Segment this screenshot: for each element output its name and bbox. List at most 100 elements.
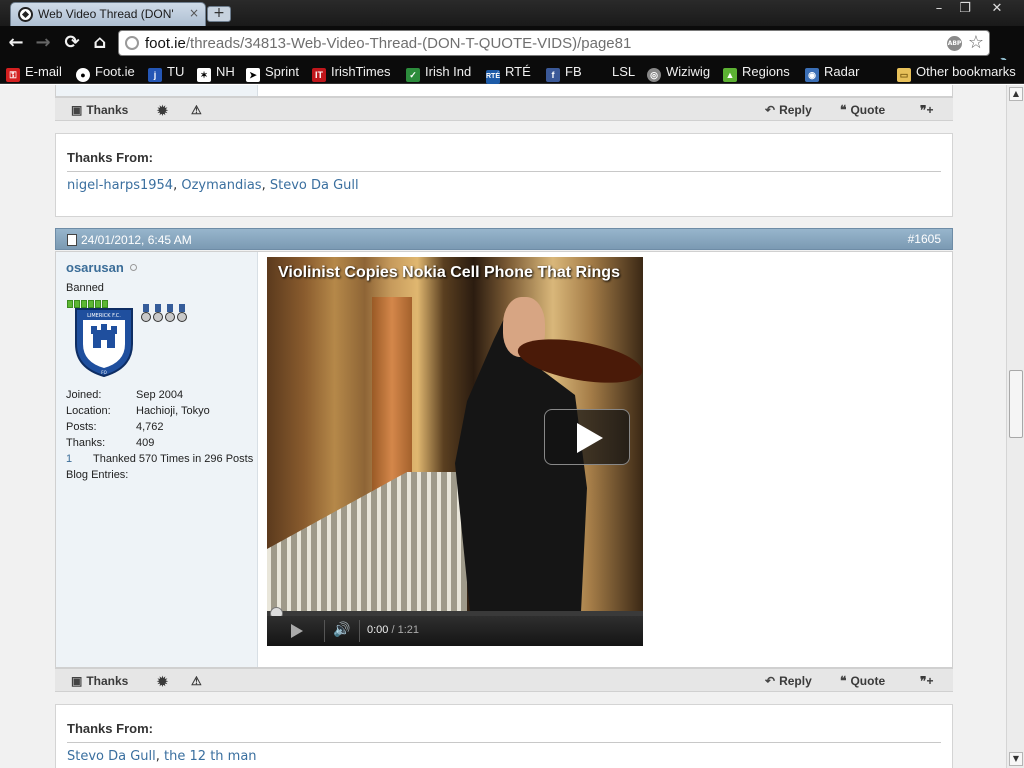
quote-button[interactable]: ❝ Quote — [840, 674, 885, 688]
quote-icon: ❝ — [840, 674, 847, 688]
thanks-from-box-bottom: Thanks From: Stevo Da Gull, the 12 th ma… — [55, 704, 953, 768]
bookmark-tu[interactable]: j TU — [148, 63, 185, 82]
bookmarks-bar: ⚿ E-mail ● Foot.ie j TU ✶ NH ➤ Sprint IT Irish… — [0, 60, 1024, 84]
tu-icon: j — [148, 68, 162, 82]
quote-label: Quote — [850, 674, 886, 688]
star-icon[interactable]: ✹ — [157, 674, 168, 690]
username-link[interactable]: osarusan — [66, 260, 124, 275]
close-window-button[interactable]: ✕ — [984, 1, 1010, 18]
folder-icon: ▭ — [897, 68, 911, 82]
warning-icon[interactable]: ⚠ — [191, 674, 202, 688]
irishtimes-icon: IT — [312, 68, 326, 82]
bookmark-label: Radar — [824, 64, 860, 79]
post-header: 24/01/2012, 6:45 AM #1605 — [55, 228, 953, 250]
reply-label: Reply — [779, 674, 812, 688]
url-domain: foot.ie — [145, 35, 186, 52]
post-body: osarusan Banned LIMERICK F.C. FO Joined:… — [55, 251, 953, 668]
bookmark-radar[interactable]: ◉ Radar — [805, 63, 860, 82]
bookmark-label: NH — [216, 64, 235, 79]
reload-button[interactable]: ⟳ — [62, 33, 82, 53]
volume-icon[interactable]: 🔊 — [333, 622, 350, 638]
bookmark-regions[interactable]: ▲ Regions — [723, 63, 790, 82]
bookmark-lsl[interactable]: LSL — [612, 63, 635, 81]
medal-icon — [153, 304, 163, 322]
user-title: Banned — [66, 282, 104, 294]
sprint-icon: ➤ — [246, 68, 260, 82]
other-bookmarks[interactable]: ▭ Other bookmarks — [897, 63, 1016, 82]
play-button-icon[interactable] — [291, 624, 303, 638]
facebook-icon: f — [546, 68, 560, 82]
multi-quote-icon[interactable]: ❞+ — [920, 674, 933, 688]
bookmark-label: TU — [167, 64, 185, 79]
stat-joined: Joined: Sep 2004 — [66, 389, 184, 401]
irishind-icon: ✓ — [406, 68, 420, 82]
minimize-button[interactable]: – — [926, 1, 952, 18]
video-title[interactable]: Violinist Copies Nokia Cell Phone That R… — [278, 264, 620, 282]
adblock-icon[interactable]: ABP — [947, 36, 962, 51]
scroll-thumb[interactable] — [1009, 370, 1023, 438]
bookmark-irishind[interactable]: ✓ Irish Ind — [406, 63, 472, 82]
browser-tab[interactable]: Web Video Thread (DON' × — [10, 2, 206, 26]
bookmark-label: Irish Ind — [425, 64, 472, 79]
bookmark-label: Sprint — [265, 64, 299, 79]
crest-text: FO — [101, 370, 106, 375]
reply-button[interactable]: ↶ Reply — [765, 674, 812, 688]
new-tab-button[interactable]: + — [207, 6, 231, 22]
thanks-names: Stevo Da Gull, the 12 th man — [67, 749, 257, 764]
scroll-up-button[interactable]: ▲ — [1009, 87, 1023, 101]
nh-icon: ✶ — [197, 68, 211, 82]
bookmark-label: Regions — [742, 64, 790, 79]
vertical-scrollbar[interactable]: ▲ ▼ — [1006, 85, 1024, 768]
offline-status-icon — [130, 264, 137, 271]
tab-title: Web Video Thread (DON' — [38, 7, 174, 21]
restore-button[interactable]: ❐ — [952, 1, 978, 18]
thumbs-up-icon: ▣ — [71, 674, 83, 688]
tab-strip: Web Video Thread (DON' × + – ❐ ✕ — [0, 0, 1024, 26]
video-player[interactable]: Violinist Copies Nokia Cell Phone That R… — [267, 257, 643, 646]
tab-close-button[interactable]: × — [189, 6, 199, 20]
back-button[interactable]: ← — [6, 33, 26, 53]
thanked-count-link[interactable]: 1 — [66, 453, 72, 465]
reply-arrow-icon: ↶ — [765, 674, 776, 688]
bookmark-irishtimes[interactable]: IT IrishTimes — [312, 63, 390, 82]
post-date: 24/01/2012, 6:45 AM — [81, 233, 192, 247]
bookmark-star-icon[interactable]: ☆ — [968, 32, 984, 53]
bookmark-label: Foot.ie — [95, 64, 135, 79]
football-icon — [18, 7, 33, 22]
avatar[interactable]: LIMERICK F.C. FO — [73, 306, 135, 378]
bookmark-label: E-mail — [25, 64, 62, 79]
scroll-down-button[interactable]: ▼ — [1009, 752, 1023, 766]
bookmark-nh[interactable]: ✶ NH — [197, 63, 235, 82]
bookmark-fb[interactable]: f FB — [546, 63, 582, 82]
bookmark-sprint[interactable]: ➤ Sprint — [246, 63, 299, 82]
football-icon: ● — [76, 68, 90, 82]
thanks-user-link[interactable]: Stevo Da Gull — [67, 749, 156, 764]
award-medals — [141, 304, 189, 327]
bookmark-label: Wiziwig — [666, 64, 711, 79]
other-bookmarks-label: Other bookmarks — [916, 64, 1016, 79]
stat-thanks: Thanks: 409 — [66, 437, 155, 449]
medal-icon — [177, 304, 187, 322]
forward-button[interactable]: → — [33, 33, 53, 53]
regions-icon: ▲ — [723, 68, 737, 82]
bookmark-label: LSL — [612, 64, 636, 79]
address-bar[interactable]: foot.ie/threads/34813-Web-Video-Thread-(… — [118, 30, 990, 56]
wiziwig-icon: ◎ — [647, 68, 661, 82]
bookmark-wiziwig[interactable]: ◎ Wiziwig — [647, 63, 711, 82]
bookmark-footie[interactable]: ● Foot.ie — [76, 63, 135, 82]
url-text[interactable]: foot.ie/threads/34813-Web-Video-Thread-(… — [145, 35, 631, 52]
post-number-link[interactable]: #1605 — [908, 232, 941, 246]
post-container: 24/01/2012, 6:45 AM #1605 osarusan Banne… — [0, 85, 1006, 768]
play-overlay-icon[interactable] — [544, 409, 630, 465]
thanks-button[interactable]: ▣ Thanks — [71, 674, 128, 688]
thanks-from-heading: Thanks From: — [67, 721, 153, 736]
browser-toolbar: ← → ⟳ ⌂ foot.ie/threads/34813-Web-Video-… — [0, 26, 1024, 78]
bookmark-rte[interactable]: RTÉ RTÉ — [486, 63, 531, 84]
home-button[interactable]: ⌂ — [90, 33, 110, 53]
thanks-user-link[interactable]: the 12 th man — [164, 749, 256, 764]
user-info-panel: osarusan Banned LIMERICK F.C. FO Joined:… — [56, 252, 258, 667]
post-document-icon — [67, 234, 77, 246]
bookmark-label: RTÉ — [505, 64, 531, 79]
crest-text: LIMERICK F.C. — [87, 313, 121, 319]
bookmark-email[interactable]: ⚿ E-mail — [6, 63, 62, 82]
